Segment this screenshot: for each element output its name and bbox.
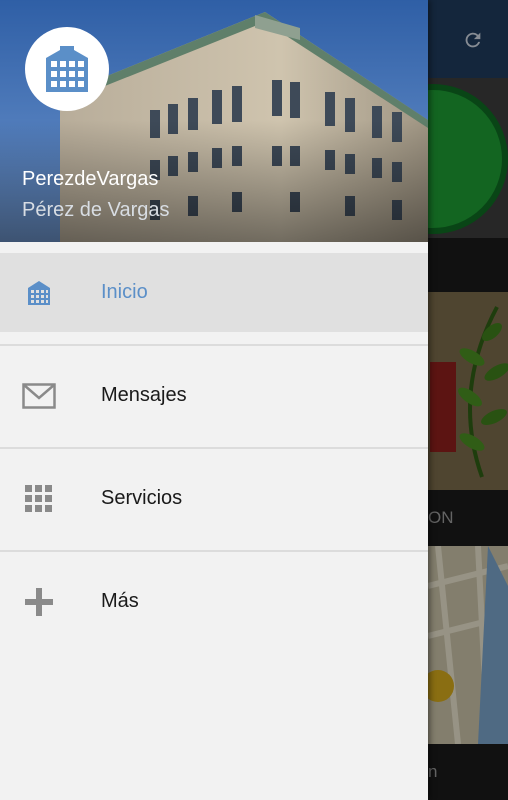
drawer-menu: Inicio Mensajes Servicios Más [0,242,428,641]
menu-item-inicio[interactable]: Inicio [0,253,428,332]
menu-item-label: Servicios [101,487,183,509]
plus-icon [22,585,56,619]
building-icon [22,276,56,310]
menu-item-mas[interactable]: Más [0,562,428,641]
menu-item-label: Inicio [101,281,148,303]
app-logo-avatar[interactable] [25,27,109,111]
menu-item-label: Más [101,590,139,612]
divider [0,538,428,562]
divider [0,435,428,459]
menu-item-mensajes[interactable]: Mensajes [0,356,428,435]
drawer-header: PerezdeVargas Pérez de Vargas [0,0,428,242]
menu-item-servicios[interactable]: Servicios [0,459,428,538]
navigation-drawer: PerezdeVargas Pérez de Vargas Inicio Men… [0,0,428,800]
user-subtitle: Pérez de Vargas [22,199,170,221]
menu-item-label: Mensajes [101,384,187,406]
building-logo-icon [46,46,88,92]
grid-icon [22,482,56,516]
mail-icon [22,379,56,413]
divider [0,332,428,356]
user-name: PerezdeVargas [22,168,159,190]
